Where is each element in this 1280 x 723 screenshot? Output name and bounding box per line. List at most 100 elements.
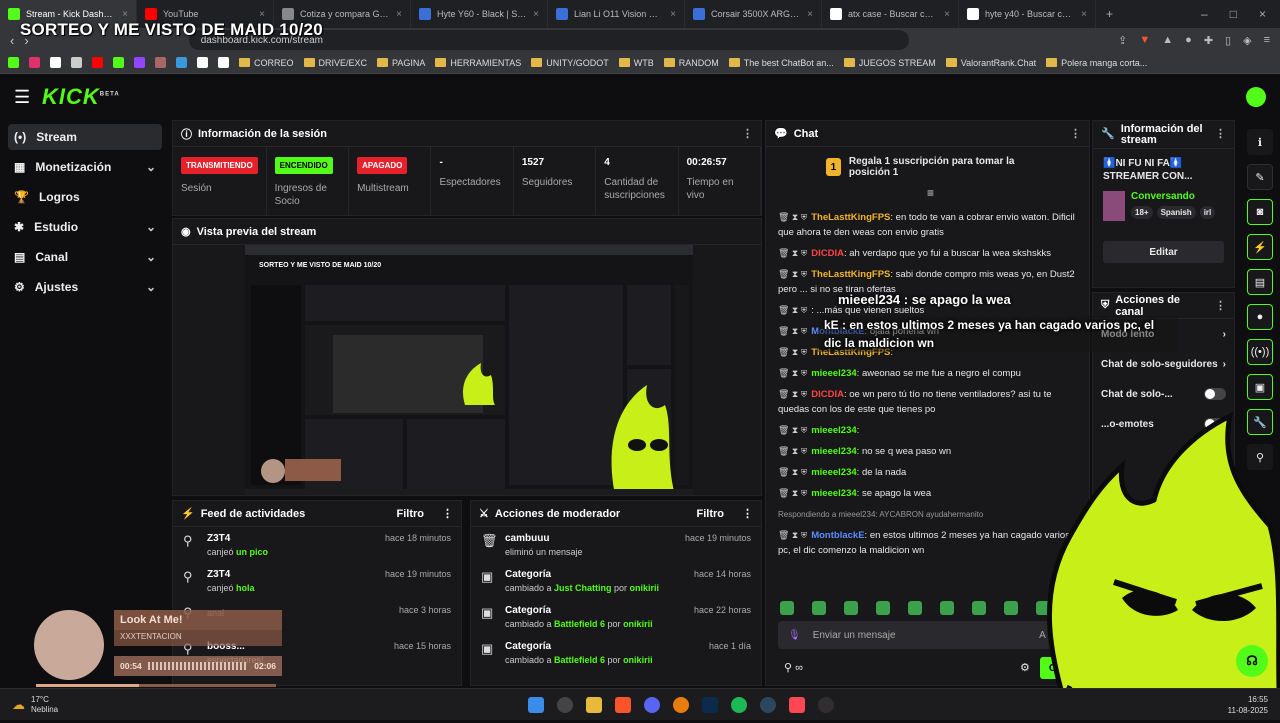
bookmark-item[interactable]: HERRAMIENTAS — [435, 58, 521, 68]
file-explorer-icon[interactable] — [586, 696, 603, 713]
chat-username[interactable]: DICDIA — [811, 248, 844, 259]
rewards-icon[interactable]: ▲ — [1162, 34, 1173, 47]
pinned-gift-banner[interactable]: 1 Regala 1 suscripción para tomar la posi… — [766, 147, 1089, 187]
scroll-to-bottom-icon[interactable]: ≡ — [927, 186, 934, 200]
sidebar-item-monetización[interactable]: ▦ Monetización ⌄ — [8, 154, 162, 180]
valorant-icon[interactable] — [789, 696, 806, 713]
mod-tools-icon[interactable]: 🗑 ⧗ ⛨ — [778, 446, 807, 456]
tab-close-icon[interactable]: × — [1081, 9, 1087, 20]
bookmark-site-icon[interactable] — [197, 57, 208, 68]
mic-icon[interactable]: 🎙 — [788, 630, 801, 641]
stream-tag[interactable]: 18+ — [1131, 206, 1153, 219]
bookmark-site-icon[interactable] — [92, 57, 103, 68]
spotify-icon[interactable] — [731, 696, 748, 713]
session-more-icon[interactable]: ⋮ — [742, 127, 753, 140]
bookmark-item[interactable]: JUEGOS STREAM — [843, 58, 936, 68]
help-icon[interactable]: ℹ — [1247, 129, 1273, 155]
chat-username[interactable]: mieeel234 — [811, 467, 856, 478]
chat-username[interactable]: TheLasttKingFPS — [811, 269, 890, 280]
toggle-switch[interactable] — [1204, 388, 1226, 400]
mod-tools-icon[interactable]: 🗑 ⧗ ⛨ — [778, 326, 807, 336]
system-clock[interactable]: 16:55 11-08-2025 — [1228, 694, 1280, 716]
close-window-icon[interactable]: × — [1259, 7, 1266, 21]
chat-username[interactable]: mieeel234 — [811, 488, 856, 499]
emote-icon[interactable] — [812, 601, 826, 615]
actions-more-icon[interactable]: ⋮ — [1215, 299, 1226, 312]
broadcast-icon[interactable]: ((•)) — [1247, 339, 1273, 365]
sidebar-item-ajustes[interactable]: ⚙ Ajustes ⌄ — [8, 274, 162, 300]
chat-username[interactable]: mieeel234 — [811, 425, 856, 436]
mod-tools-icon[interactable]: 🗑 ⧗ ⛨ — [778, 305, 807, 315]
feed-user[interactable]: Z3T4 — [207, 569, 377, 580]
tab-close-icon[interactable]: × — [807, 9, 813, 20]
mod-tools-icon[interactable]: 🗑 ⧗ ⛨ — [778, 389, 807, 399]
bookmark-site-icon[interactable] — [29, 57, 40, 68]
mod-tools-icon[interactable]: 🗑 ⧗ ⛨ — [778, 530, 807, 540]
mod-actor[interactable]: cambuuu — [505, 533, 677, 544]
puzzle-icon[interactable]: ✚ — [1204, 34, 1213, 47]
mod-tools-icon[interactable]: 🗑 ⧗ ⛨ — [778, 467, 807, 477]
chat-username[interactable]: DICDIA — [811, 389, 844, 400]
discord-icon[interactable] — [644, 696, 661, 713]
sidebar-item-stream[interactable]: (•) Stream — [8, 124, 162, 150]
browser-tab[interactable]: atx case - Buscar con Google × — [822, 0, 959, 28]
chat-tools-icon[interactable]: ⚲ ∞ — [784, 661, 803, 674]
mod-actor[interactable]: Categoría — [505, 569, 686, 580]
chat-bubble-icon[interactable]: ● — [1247, 304, 1273, 330]
brave-icon[interactable] — [615, 696, 632, 713]
chat-more-icon[interactable]: ⋮ — [1070, 127, 1081, 140]
edit-button[interactable]: Editar — [1103, 241, 1224, 263]
extension-icon[interactable]: ● — [1185, 34, 1192, 47]
bookmark-item[interactable]: CORREO — [239, 58, 294, 68]
pencil-icon[interactable]: ✎ — [1247, 164, 1273, 190]
feed-more-icon[interactable]: ⋮ — [442, 507, 453, 520]
sidebar-toggle-icon[interactable]: ▯ — [1225, 34, 1231, 47]
tab-close-icon[interactable]: × — [122, 9, 128, 20]
mod-tools-icon[interactable]: 🗑 ⧗ ⛨ — [778, 425, 807, 435]
camera-icon[interactable]: ◙ — [1247, 199, 1273, 225]
sidebar-item-canal[interactable]: ▤ Canal ⌄ — [8, 244, 162, 270]
channel-action-row[interactable]: Chat de solo-... — [1093, 379, 1234, 409]
steam-icon[interactable] — [760, 696, 777, 713]
search-icon[interactable] — [557, 696, 574, 713]
window-icon[interactable]: ▣ — [1247, 374, 1273, 400]
tab-close-icon[interactable]: × — [396, 9, 402, 20]
emote-icon[interactable] — [876, 601, 890, 615]
maximize-icon[interactable]: □ — [1230, 7, 1237, 21]
support-chat-button[interactable]: ☊ — [1236, 645, 1268, 677]
kick-logo[interactable]: KICKBETA — [42, 84, 120, 110]
new-tab-icon[interactable]: + — [1096, 7, 1123, 21]
mod-tools-icon[interactable]: 🗑 ⧗ ⛨ — [778, 488, 807, 498]
bookmark-site-icon[interactable] — [176, 57, 187, 68]
bookmark-site-icon[interactable] — [71, 57, 82, 68]
tab-close-icon[interactable]: × — [533, 9, 539, 20]
bookmark-item[interactable]: UNITY/GODOT — [531, 58, 609, 68]
bookmark-item[interactable]: ValorantRank.Chat — [945, 58, 1036, 68]
bookmark-item[interactable]: DRIVE/EXC — [303, 58, 367, 68]
chat-username[interactable]: mieeel234 — [811, 446, 856, 457]
mod-filter-button[interactable]: Filtro — [697, 508, 725, 520]
bookmark-item[interactable]: Polera manga corta... — [1046, 58, 1147, 68]
chat-username[interactable]: MontblackE — [811, 530, 864, 541]
obs-icon[interactable] — [818, 696, 835, 713]
photoshop-icon[interactable] — [702, 696, 719, 713]
minimize-icon[interactable]: – — [1201, 7, 1208, 21]
browser-tab[interactable]: Hyte Y60 - Black | SoloTodo.cl × — [411, 0, 548, 28]
bookmark-site-icon[interactable] — [50, 57, 61, 68]
stream-tag[interactable]: Spanish — [1156, 206, 1196, 219]
tab-close-icon[interactable]: × — [944, 9, 950, 20]
tab-close-icon[interactable]: × — [670, 9, 676, 20]
stream-preview-video[interactable]: SORTEO Y ME VISTO DE MAID 10/20 — [245, 245, 693, 495]
browser-tab[interactable]: hyte y40 - Buscar con Google × — [959, 0, 1096, 28]
stream-tag[interactable]: irl — [1199, 206, 1216, 219]
mod-tools-icon[interactable]: 🗑 ⧗ ⛨ — [778, 248, 807, 258]
emote-icon[interactable] — [972, 601, 986, 615]
emote-icon[interactable] — [1004, 601, 1018, 615]
emote-icon[interactable] — [940, 601, 954, 615]
start-icon[interactable] — [528, 696, 545, 713]
hamburger-menu-icon[interactable]: ☰ — [14, 87, 42, 108]
bookmark-item[interactable]: RANDOM — [663, 58, 719, 68]
user-avatar[interactable] — [1246, 87, 1266, 107]
chat-settings-icon[interactable]: ⚙ — [1020, 661, 1030, 674]
chat-username[interactable]: mieeel234 — [811, 368, 856, 379]
